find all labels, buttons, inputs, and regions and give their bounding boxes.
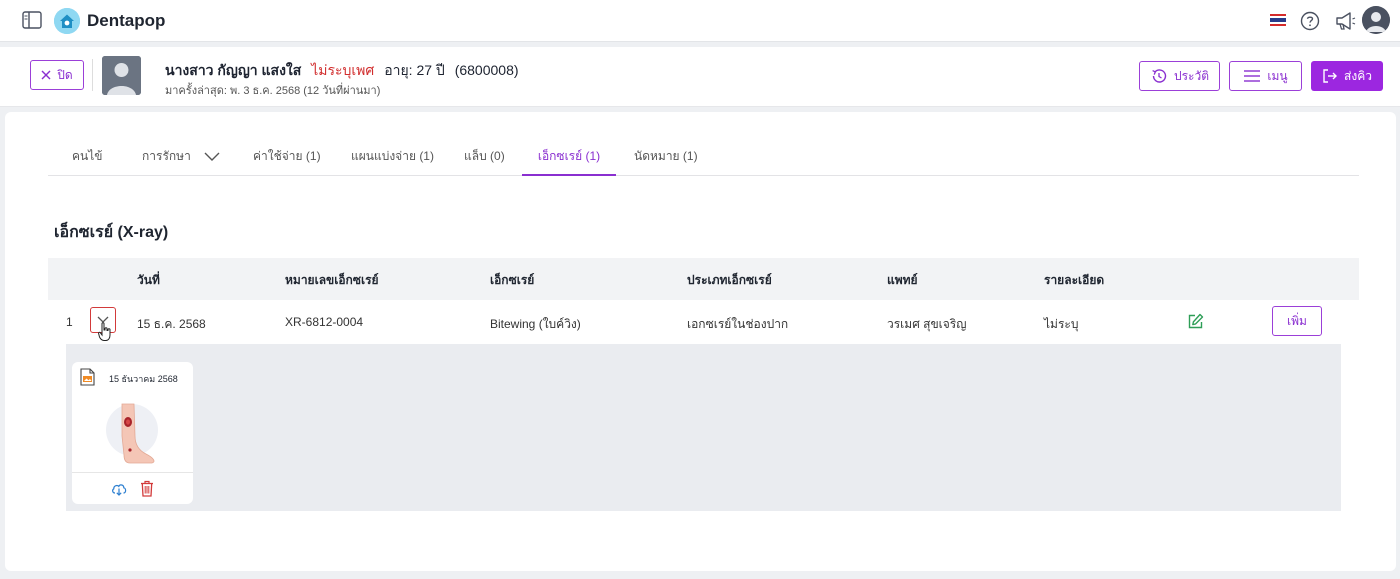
tab-expenses[interactable]: ค่าใช้จ่าย (1) [253, 136, 321, 176]
column-header-detail: รายละเอียด [1044, 273, 1105, 287]
send-queue-button[interactable]: ส่งคิว [1311, 61, 1383, 91]
history-label: ประวัติ [1173, 68, 1210, 83]
thai-flag-icon[interactable] [1270, 14, 1286, 26]
tab-label: นัดหมาย (1) [634, 149, 698, 163]
row-index: 1 [66, 315, 73, 329]
column-header-date: วันที่ [137, 273, 160, 287]
megaphone-icon[interactable] [1334, 10, 1356, 32]
column-header-xray-type: ประเภทเอ็กซเรย์ [687, 273, 772, 287]
xray-files-panel: 15 ธันวาคม 2568 [66, 344, 1341, 511]
history-button[interactable]: ประวัติ [1139, 61, 1220, 91]
table-header: วันที่ หมายเลขเอ็กซเรย์ เอ็กซเรย์ ประเภท… [48, 258, 1359, 300]
row-xray: Bitewing (ใบค์วิง) [490, 317, 581, 331]
column-header-xray-number: หมายเลขเอ็กซเรย์ [285, 273, 379, 287]
tab-patient[interactable]: คนไข้ [72, 136, 102, 176]
edit-icon[interactable] [1187, 313, 1204, 330]
tab-xray[interactable]: เอ็กซเรย์ (1) [522, 136, 616, 176]
top-bar: Dentapop [0, 0, 1400, 42]
xray-file-date: 15 ธันวาคม 2568 [109, 374, 178, 384]
add-button[interactable]: เพิ่ม [1272, 306, 1322, 336]
patient-name-line: นางสาว กัญญา แสงใส ไม่ระบุเพศ อายุ: 27 ป… [165, 60, 519, 82]
card-divider [72, 472, 193, 473]
patient-avatar [102, 56, 141, 95]
patient-age: อายุ: 27 ปี [384, 62, 445, 78]
tab-bar: คนไข้ การรักษา ค่าใช้จ่าย (1) แผนแบ่งจ่า… [48, 136, 1359, 176]
tab-appointments[interactable]: นัดหมาย (1) [634, 136, 698, 176]
brand-name: Dentapop [87, 11, 166, 30]
xray-thumbnail[interactable] [102, 400, 162, 466]
patient-hn: (6800008) [454, 62, 519, 78]
user-avatar-icon[interactable] [1362, 6, 1390, 34]
cloud-download-icon[interactable] [111, 481, 127, 497]
row-doctor: วรเมศ สุขเจริญ [887, 317, 967, 331]
hand-cursor-icon [98, 322, 111, 341]
send-queue-icon [1323, 69, 1338, 83]
tab-label: คนไข้ [72, 149, 103, 163]
patient-header: ปิด นางสาว กัญญา แสงใส ไม่ระบุเพศ อายุ: … [0, 47, 1400, 107]
patient-gender: ไม่ระบุเพศ [311, 62, 375, 78]
home-logo-icon[interactable] [54, 8, 80, 34]
row-xray-type: เอกซเรย์ในช่องปาก [687, 317, 789, 331]
tab-label: ค่าใช้จ่าย (1) [253, 149, 321, 163]
history-icon [1152, 69, 1167, 83]
trash-icon[interactable] [140, 480, 154, 497]
tab-label: การรักษา [142, 149, 191, 163]
column-header-xray: เอ็กซเรย์ [490, 273, 535, 287]
divider [92, 59, 93, 91]
hamburger-icon [1244, 70, 1261, 82]
xray-file-card[interactable]: 15 ธันวาคม 2568 [72, 362, 193, 504]
row-xray-number: XR-6812-0004 [285, 315, 364, 329]
last-visit-text: มาครั้งล่าสุด: พ. 3 ธ.ค. 2568 (12 วันที่… [165, 85, 381, 97]
main-card: คนไข้ การรักษา ค่าใช้จ่าย (1) แผนแบ่งจ่า… [5, 112, 1396, 571]
tab-label: แล็บ (0) [464, 149, 505, 163]
xray-table: วันที่ หมายเลขเอ็กซเรย์ เอ็กซเรย์ ประเภท… [48, 258, 1359, 511]
tab-installment-plan[interactable]: แผนแบ่งจ่าย (1) [351, 136, 434, 176]
chevron-down-icon [204, 152, 220, 161]
sidebar-toggle-icon[interactable] [22, 11, 42, 29]
help-icon[interactable] [1300, 11, 1320, 31]
send-queue-label: ส่งคิว [1344, 68, 1372, 83]
close-button[interactable]: ปิด [30, 60, 84, 90]
menu-button[interactable]: เมนู [1229, 61, 1302, 91]
table-row: 1 15 ธ.ค. 2568 XR-6812-0004 Bitewing (ใบ… [48, 300, 1359, 344]
row-date: 15 ธ.ค. 2568 [137, 317, 206, 331]
menu-label: เมนู [1267, 68, 1288, 83]
section-title: เอ็กซเรย์ (X-ray) [54, 224, 169, 241]
row-detail: ไม่ระบุ [1044, 317, 1079, 331]
close-icon [41, 70, 51, 80]
close-label: ปิด [57, 67, 73, 82]
patient-name: นางสาว กัญญา แสงใส [165, 62, 302, 78]
tab-lab[interactable]: แล็บ (0) [464, 136, 505, 176]
tab-label: เอ็กซเรย์ (1) [537, 149, 601, 163]
image-file-icon [80, 368, 95, 386]
tab-treatment[interactable]: การรักษา [142, 136, 220, 176]
column-header-doctor: แพทย์ [887, 273, 918, 287]
tab-label: แผนแบ่งจ่าย (1) [351, 149, 434, 163]
